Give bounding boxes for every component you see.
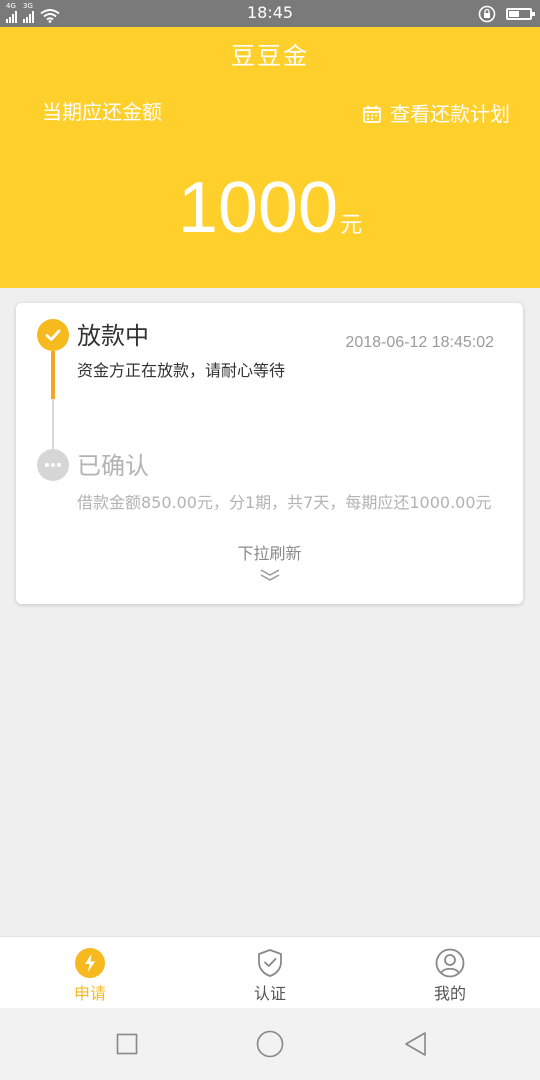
step-disbursing-title: 放款中 xyxy=(77,322,149,350)
lightning-icon xyxy=(75,948,105,978)
step-disbursing-desc: 资金方正在放款，请耐心等待 xyxy=(77,361,286,380)
tab-verify[interactable]: 认证 xyxy=(180,937,360,1009)
step-done-marker xyxy=(37,319,69,351)
step-disbursing-time: 2018-06-12 18:45:02 xyxy=(345,334,494,351)
due-amount: 1000元 xyxy=(0,167,540,249)
user-icon xyxy=(435,948,465,978)
tab-apply[interactable]: 申请 xyxy=(0,937,180,1009)
tab-apply-label: 申请 xyxy=(73,984,106,1003)
due-amount-value: 1000 xyxy=(177,168,339,248)
calendar-icon xyxy=(363,105,381,123)
summary-header: 豆豆金 当期应还金额 查看还款计划 1000元 xyxy=(0,27,540,288)
status-bar: 4G 3G 18:45 xyxy=(0,0,540,27)
double-chevron-down-icon xyxy=(260,569,280,581)
step-confirmed-title: 已确认 xyxy=(77,452,149,480)
home-button[interactable] xyxy=(250,1026,290,1062)
timeline-progress-line xyxy=(51,351,55,399)
system-nav-bar xyxy=(0,1008,540,1080)
status-bar-right xyxy=(478,4,535,24)
circle-icon xyxy=(256,1030,284,1058)
tab-verify-label: 认证 xyxy=(253,984,286,1003)
more-dots-icon xyxy=(45,463,61,467)
square-icon xyxy=(116,1033,138,1055)
page-title: 豆豆金 xyxy=(231,42,309,70)
recent-apps-button[interactable] xyxy=(107,1026,147,1062)
loan-status-card: 放款中 2018-06-12 18:45:02 资金方正在放款，请耐心等待 已确… xyxy=(16,303,523,604)
battery-level xyxy=(509,11,519,17)
due-amount-label: 当期应还金额 xyxy=(42,100,162,124)
pull-to-refresh-hint: 下拉刷新 xyxy=(237,544,302,563)
repayment-plan-link[interactable]: 查看还款计划 xyxy=(362,101,510,127)
shield-check-icon xyxy=(255,948,285,978)
tab-mine-label: 我的 xyxy=(433,984,466,1003)
battery-icon xyxy=(506,8,535,20)
tab-mine[interactable]: 我的 xyxy=(360,937,540,1009)
rotation-lock-icon xyxy=(478,5,496,23)
checkmark-icon xyxy=(45,329,61,341)
due-amount-unit: 元 xyxy=(340,213,363,238)
triangle-back-icon xyxy=(405,1032,426,1056)
step-confirmed-desc: 借款金额850.00元，分1期，共7天，每期应还1000.00元 xyxy=(77,493,492,512)
step-pending-marker xyxy=(37,449,69,481)
bottom-tab-bar: 申请 认证 我的 xyxy=(0,936,540,1009)
back-button[interactable] xyxy=(395,1026,435,1062)
timeline-pending-line xyxy=(52,399,54,449)
repayment-plan-label: 查看还款计划 xyxy=(390,102,510,126)
status-time: 18:45 xyxy=(246,3,294,22)
